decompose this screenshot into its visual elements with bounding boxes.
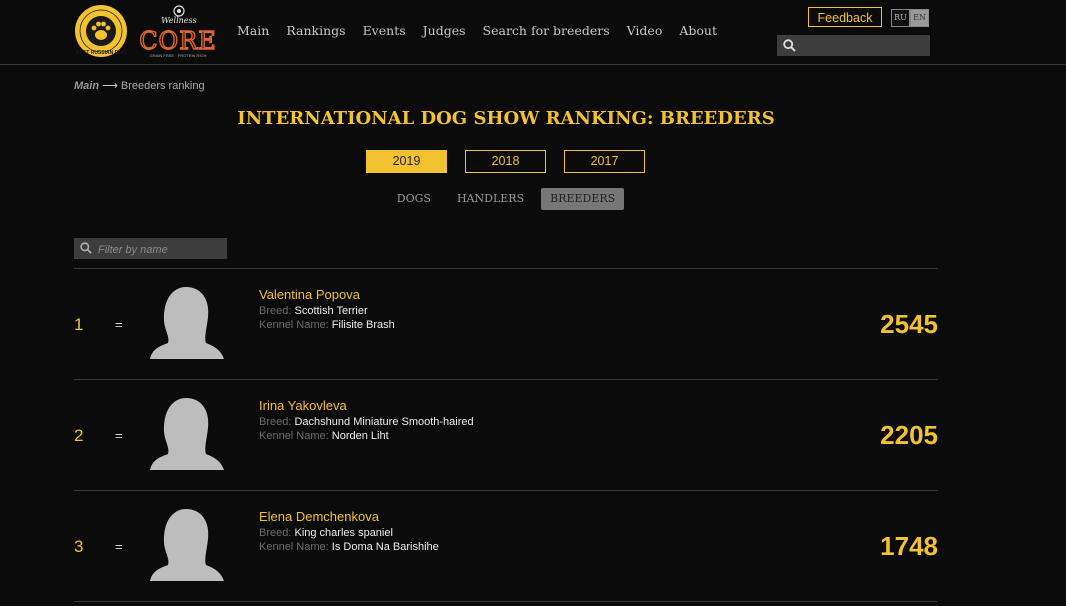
- breeder-info: Valentina Popova Breed: Scottish Terrier…: [259, 287, 395, 332]
- kennel-label: Kennel Name:: [259, 541, 329, 553]
- avatar-placeholder-icon[interactable]: [146, 287, 224, 359]
- nav-about[interactable]: About: [679, 23, 717, 38]
- breadcrumb-home-link[interactable]: Main: [74, 80, 99, 92]
- breadcrumb-arrow-icon: ⟶: [102, 80, 118, 92]
- filter-by-name-input[interactable]: [96, 238, 228, 261]
- year-2019-button[interactable]: 2019: [366, 150, 447, 173]
- breeder-info: Elena Demchenkova Breed: King charles sp…: [259, 509, 439, 554]
- breadcrumb-current: Breeders ranking: [120, 80, 205, 92]
- breeder-row[interactable]: 2 = Irina Yakovleva Breed: Dachshund Min…: [74, 379, 938, 490]
- top-bar: BEST RUSSIAN DOG Wellness CORE GRAIN FRE…: [0, 0, 1066, 65]
- ranking-tabs: DOGS HANDLERS BREEDERS: [0, 188, 1012, 210]
- nav-events[interactable]: Events: [363, 23, 406, 38]
- breadcrumb: Main ⟶ Breeders ranking: [74, 79, 205, 92]
- breeder-name-link[interactable]: Valentina Popova: [259, 287, 395, 302]
- breeder-row[interactable]: 3 = Elena Demchenkova Breed: King charle…: [74, 490, 938, 602]
- score-value: 2545: [880, 309, 938, 339]
- breed-label: Breed:: [259, 305, 292, 317]
- kennel-value: Norden Liht: [331, 430, 389, 442]
- page-title: INTERNATIONAL DOG SHOW RANKING: BREEDERS: [237, 108, 775, 129]
- year-2017-button[interactable]: 2017: [564, 150, 645, 173]
- kennel-value: Is Doma Na Barishihe: [331, 541, 439, 553]
- nav-rankings[interactable]: Rankings: [286, 23, 345, 38]
- kennel-label: Kennel Name:: [259, 430, 329, 442]
- tab-handlers[interactable]: HANDLERS: [448, 188, 533, 210]
- breed-value: Scottish Terrier: [294, 305, 368, 317]
- rank-change: =: [115, 428, 123, 443]
- lang-en-button[interactable]: EN: [910, 9, 929, 27]
- avatar-placeholder-icon[interactable]: [146, 509, 224, 581]
- language-switcher: RU EN: [891, 9, 929, 27]
- svg-text:Wellness: Wellness: [161, 16, 197, 25]
- filter-box: [74, 238, 228, 261]
- best-russian-dog-logo[interactable]: BEST RUSSIAN DOG: [74, 4, 128, 58]
- lang-ru-button[interactable]: RU: [891, 9, 910, 27]
- nav-search-for-breeders[interactable]: Search for breeders: [483, 23, 610, 38]
- site-search: [777, 35, 930, 58]
- breed-label: Breed:: [259, 527, 292, 539]
- tab-breeders[interactable]: BREEDERS: [541, 188, 625, 210]
- site-search-input[interactable]: [801, 35, 930, 58]
- svg-text:CORE: CORE: [140, 27, 216, 55]
- breeder-name-link[interactable]: Elena Demchenkova: [259, 509, 439, 524]
- avatar-placeholder-icon[interactable]: [146, 398, 224, 470]
- breeder-info: Irina Yakovleva Breed: Dachshund Miniatu…: [259, 398, 474, 443]
- svg-text:BEST RUSSIAN DOG: BEST RUSSIAN DOG: [76, 50, 126, 56]
- score-value: 1748: [880, 531, 938, 561]
- rank-number: 3: [74, 537, 84, 556]
- nav-judges[interactable]: Judges: [423, 23, 466, 38]
- breed-value: Dachshund Miniature Smooth-haired: [294, 416, 474, 428]
- rank-number: 2: [74, 426, 84, 445]
- main-nav: Main Rankings Events Judges Search for b…: [237, 23, 734, 38]
- breed-value: King charles spaniel: [294, 527, 393, 539]
- rank-change: =: [115, 539, 123, 554]
- search-icon[interactable]: [783, 39, 796, 52]
- kennel-value: Filisite Brash: [331, 319, 395, 331]
- feedback-button[interactable]: Feedback: [808, 7, 882, 27]
- tab-dogs[interactable]: DOGS: [388, 188, 440, 210]
- year-selector: 2019 2018 2017: [366, 150, 663, 173]
- wellness-core-logo[interactable]: Wellness CORE GRAIN FREE · PROTEIN RICH: [140, 3, 216, 59]
- breeder-name-link[interactable]: Irina Yakovleva: [259, 398, 474, 413]
- breeder-row[interactable]: 1 = Valentina Popova Breed: Scottish Ter…: [74, 268, 938, 379]
- year-2018-button[interactable]: 2018: [465, 150, 546, 173]
- score-value: 2205: [880, 420, 938, 450]
- breed-label: Breed:: [259, 416, 292, 428]
- search-icon: [80, 242, 92, 254]
- rank-change: =: [115, 317, 123, 332]
- nav-video[interactable]: Video: [627, 23, 663, 38]
- kennel-label: Kennel Name:: [259, 319, 329, 331]
- breeders-list: 1 = Valentina Popova Breed: Scottish Ter…: [74, 268, 938, 602]
- svg-text:GRAIN FREE · PROTEIN RICH: GRAIN FREE · PROTEIN RICH: [150, 53, 207, 58]
- nav-main[interactable]: Main: [237, 23, 269, 38]
- rank-number: 1: [74, 315, 84, 334]
